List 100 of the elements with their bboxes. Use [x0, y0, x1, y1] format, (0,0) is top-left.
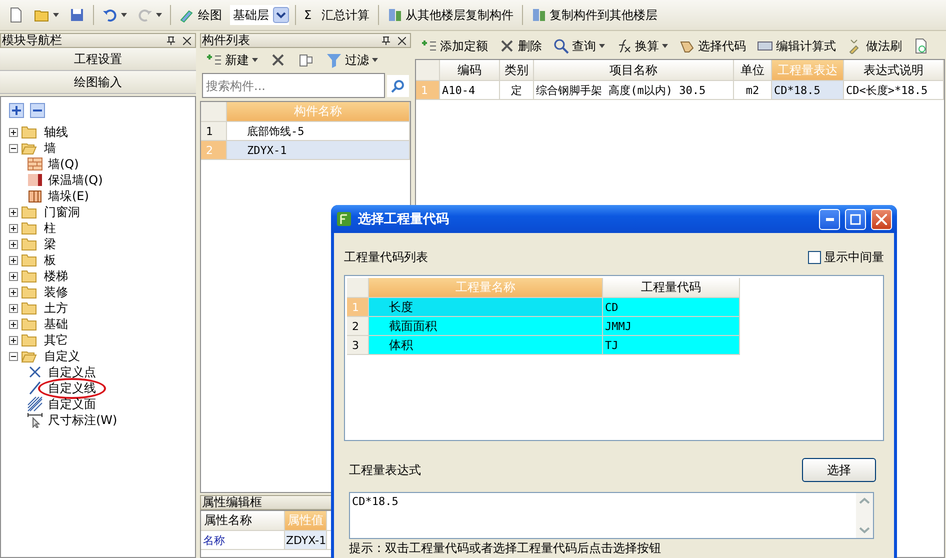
table-cell: 体积 — [369, 336, 603, 354]
toolbar-button[interactable]: 编辑计算式 — [755, 38, 838, 54]
column-header[interactable]: 编码 — [440, 60, 500, 80]
panel-title: 属性编辑框 — [202, 494, 262, 511]
search-button[interactable] — [387, 74, 409, 96]
folder-icon — [21, 204, 39, 220]
property-value[interactable]: ZDYX-1 — [285, 531, 327, 549]
column-header[interactable]: 表达式说明 — [844, 60, 944, 80]
copy-from-floor-button[interactable]: 从其他楼层复制构件 — [384, 6, 516, 24]
tree-item[interactable]: 墙垛(E) — [46, 188, 91, 204]
maximize-button[interactable] — [845, 208, 866, 230]
expand-toggle[interactable] — [9, 336, 18, 344]
pin-icon[interactable] — [382, 36, 390, 45]
expand-toggle[interactable] — [9, 256, 18, 264]
component-row[interactable]: 2 ZDYX-1 — [201, 141, 410, 160]
wall-pier-icon — [27, 188, 43, 204]
tree-item[interactable]: 自定义 — [42, 348, 82, 364]
close-icon[interactable] — [398, 36, 406, 44]
tree-item[interactable]: 自定义线 — [38, 378, 106, 398]
checkbox[interactable] — [808, 250, 821, 264]
expression-label: 工程量表达式 — [349, 462, 421, 478]
expand-toggle[interactable] — [9, 320, 18, 328]
copy-to-floor-button[interactable]: 复制构件到其他楼层 — [528, 6, 660, 24]
table-cell: CD<长度>*18.5 — [844, 81, 944, 99]
toolbar-button[interactable]: 删除 — [497, 38, 544, 54]
tree-item[interactable]: 墙 — [42, 140, 58, 156]
minimize-button[interactable] — [819, 208, 840, 230]
tree-item[interactable]: 柱 — [42, 220, 58, 236]
tree-item[interactable]: 梁 — [42, 236, 58, 252]
code-row[interactable]: 3 体积 TJ — [347, 336, 740, 355]
expand-toggle[interactable] — [9, 272, 18, 280]
expand-toggle[interactable] — [9, 240, 18, 248]
collapse-toggle[interactable] — [9, 352, 18, 360]
row-number: 1 — [201, 122, 227, 140]
tree-item[interactable]: 尺寸标注(W) — [46, 412, 120, 428]
toolbar-button[interactable]: 查询 — [551, 38, 607, 54]
app-icon — [336, 210, 353, 228]
calculate-button[interactable]: 汇总计算 — [320, 6, 372, 24]
expand-all-button[interactable] — [9, 103, 24, 118]
sum-button[interactable]: Σ — [302, 8, 314, 22]
search-icon — [553, 38, 569, 54]
close-button[interactable] — [871, 208, 892, 230]
table-cell: CD*18.5 — [772, 81, 844, 99]
close-icon[interactable] — [183, 36, 191, 44]
expand-toggle[interactable] — [9, 224, 18, 232]
tree-item[interactable]: 楼梯 — [42, 268, 70, 284]
hint-text: 提示：双击工程量代码或者选择工程量代码后点击选择按钮 — [348, 540, 662, 557]
section-button[interactable]: 绘图输入 — [0, 71, 196, 94]
line-icon — [27, 380, 43, 396]
row-number: 2 — [201, 141, 227, 159]
tree-item[interactable]: 土方 — [42, 300, 70, 316]
code-row[interactable]: 2 截面面积 JMMJ — [347, 317, 740, 336]
column-header[interactable]: 工程量代码 — [603, 278, 740, 297]
tree-item[interactable]: 自定义点 — [46, 364, 98, 380]
draw-button[interactable]: 绘图 — [177, 6, 224, 24]
tree-item[interactable]: 自定义面 — [46, 396, 98, 412]
column-header[interactable]: 单位 — [734, 60, 772, 80]
search-icon — [390, 78, 406, 94]
code-row[interactable]: 1 长度 CD — [347, 298, 740, 317]
redo-icon — [137, 7, 153, 23]
collapse-all-button[interactable] — [30, 103, 45, 118]
tree-item[interactable]: 墙(Q) — [46, 156, 81, 172]
toolbar-button[interactable]: 换算 — [614, 38, 670, 54]
maximize-icon — [850, 214, 861, 224]
toolbar-button[interactable]: 选择代码 — [677, 38, 748, 54]
tree-item[interactable]: 保温墙(Q) — [46, 172, 105, 188]
plus-icon — [10, 208, 17, 216]
function-icon — [616, 38, 632, 54]
plus-icon — [10, 336, 17, 344]
column-header[interactable]: 项目名称 — [534, 60, 734, 80]
toolbar-button[interactable]: 做法刷 — [845, 38, 904, 54]
column-header[interactable]: 类别 — [500, 60, 534, 80]
pin-icon[interactable] — [167, 36, 175, 45]
section-button[interactable]: 工程设置 — [0, 48, 196, 71]
table-cell: CD — [603, 298, 740, 316]
expand-toggle[interactable] — [9, 208, 18, 216]
select-button[interactable]: 选择 — [802, 458, 876, 482]
tree-item[interactable]: 轴线 — [42, 124, 70, 140]
tree-item[interactable]: 其它 — [42, 332, 70, 348]
tree-item[interactable]: 门窗洞 — [42, 204, 82, 220]
expand-toggle[interactable] — [9, 288, 18, 296]
expand-toggle[interactable] — [9, 304, 18, 312]
floor-select[interactable]: 基础层 — [230, 5, 289, 25]
collapse-toggle[interactable] — [9, 144, 18, 152]
tree-item[interactable]: 板 — [42, 252, 58, 268]
tree-item[interactable]: 装修 — [42, 284, 70, 300]
caret-icon — [121, 13, 127, 17]
plus-icon — [10, 320, 17, 328]
table-cell: 长度 — [369, 298, 603, 316]
undo-icon — [102, 7, 118, 23]
plus-icon — [10, 240, 17, 248]
toolbar-button[interactable]: 添加定额 — [419, 38, 490, 54]
new-button[interactable]: 新建 — [204, 52, 260, 68]
plus-icon — [10, 128, 17, 136]
search-field[interactable]: 搜索构件... — [202, 73, 385, 98]
expand-toggle[interactable] — [9, 128, 18, 136]
filter-button[interactable]: 过滤 — [324, 52, 380, 68]
component-row[interactable]: 1 底部饰线-5 — [201, 122, 410, 141]
tree-item[interactable]: 基础 — [42, 316, 70, 332]
quota-row[interactable]: 1 A10-4 定 综合钢脚手架 高度(m以内) 30.5 m2 CD*18.5 CD<长度>*18.5 — [416, 81, 944, 100]
